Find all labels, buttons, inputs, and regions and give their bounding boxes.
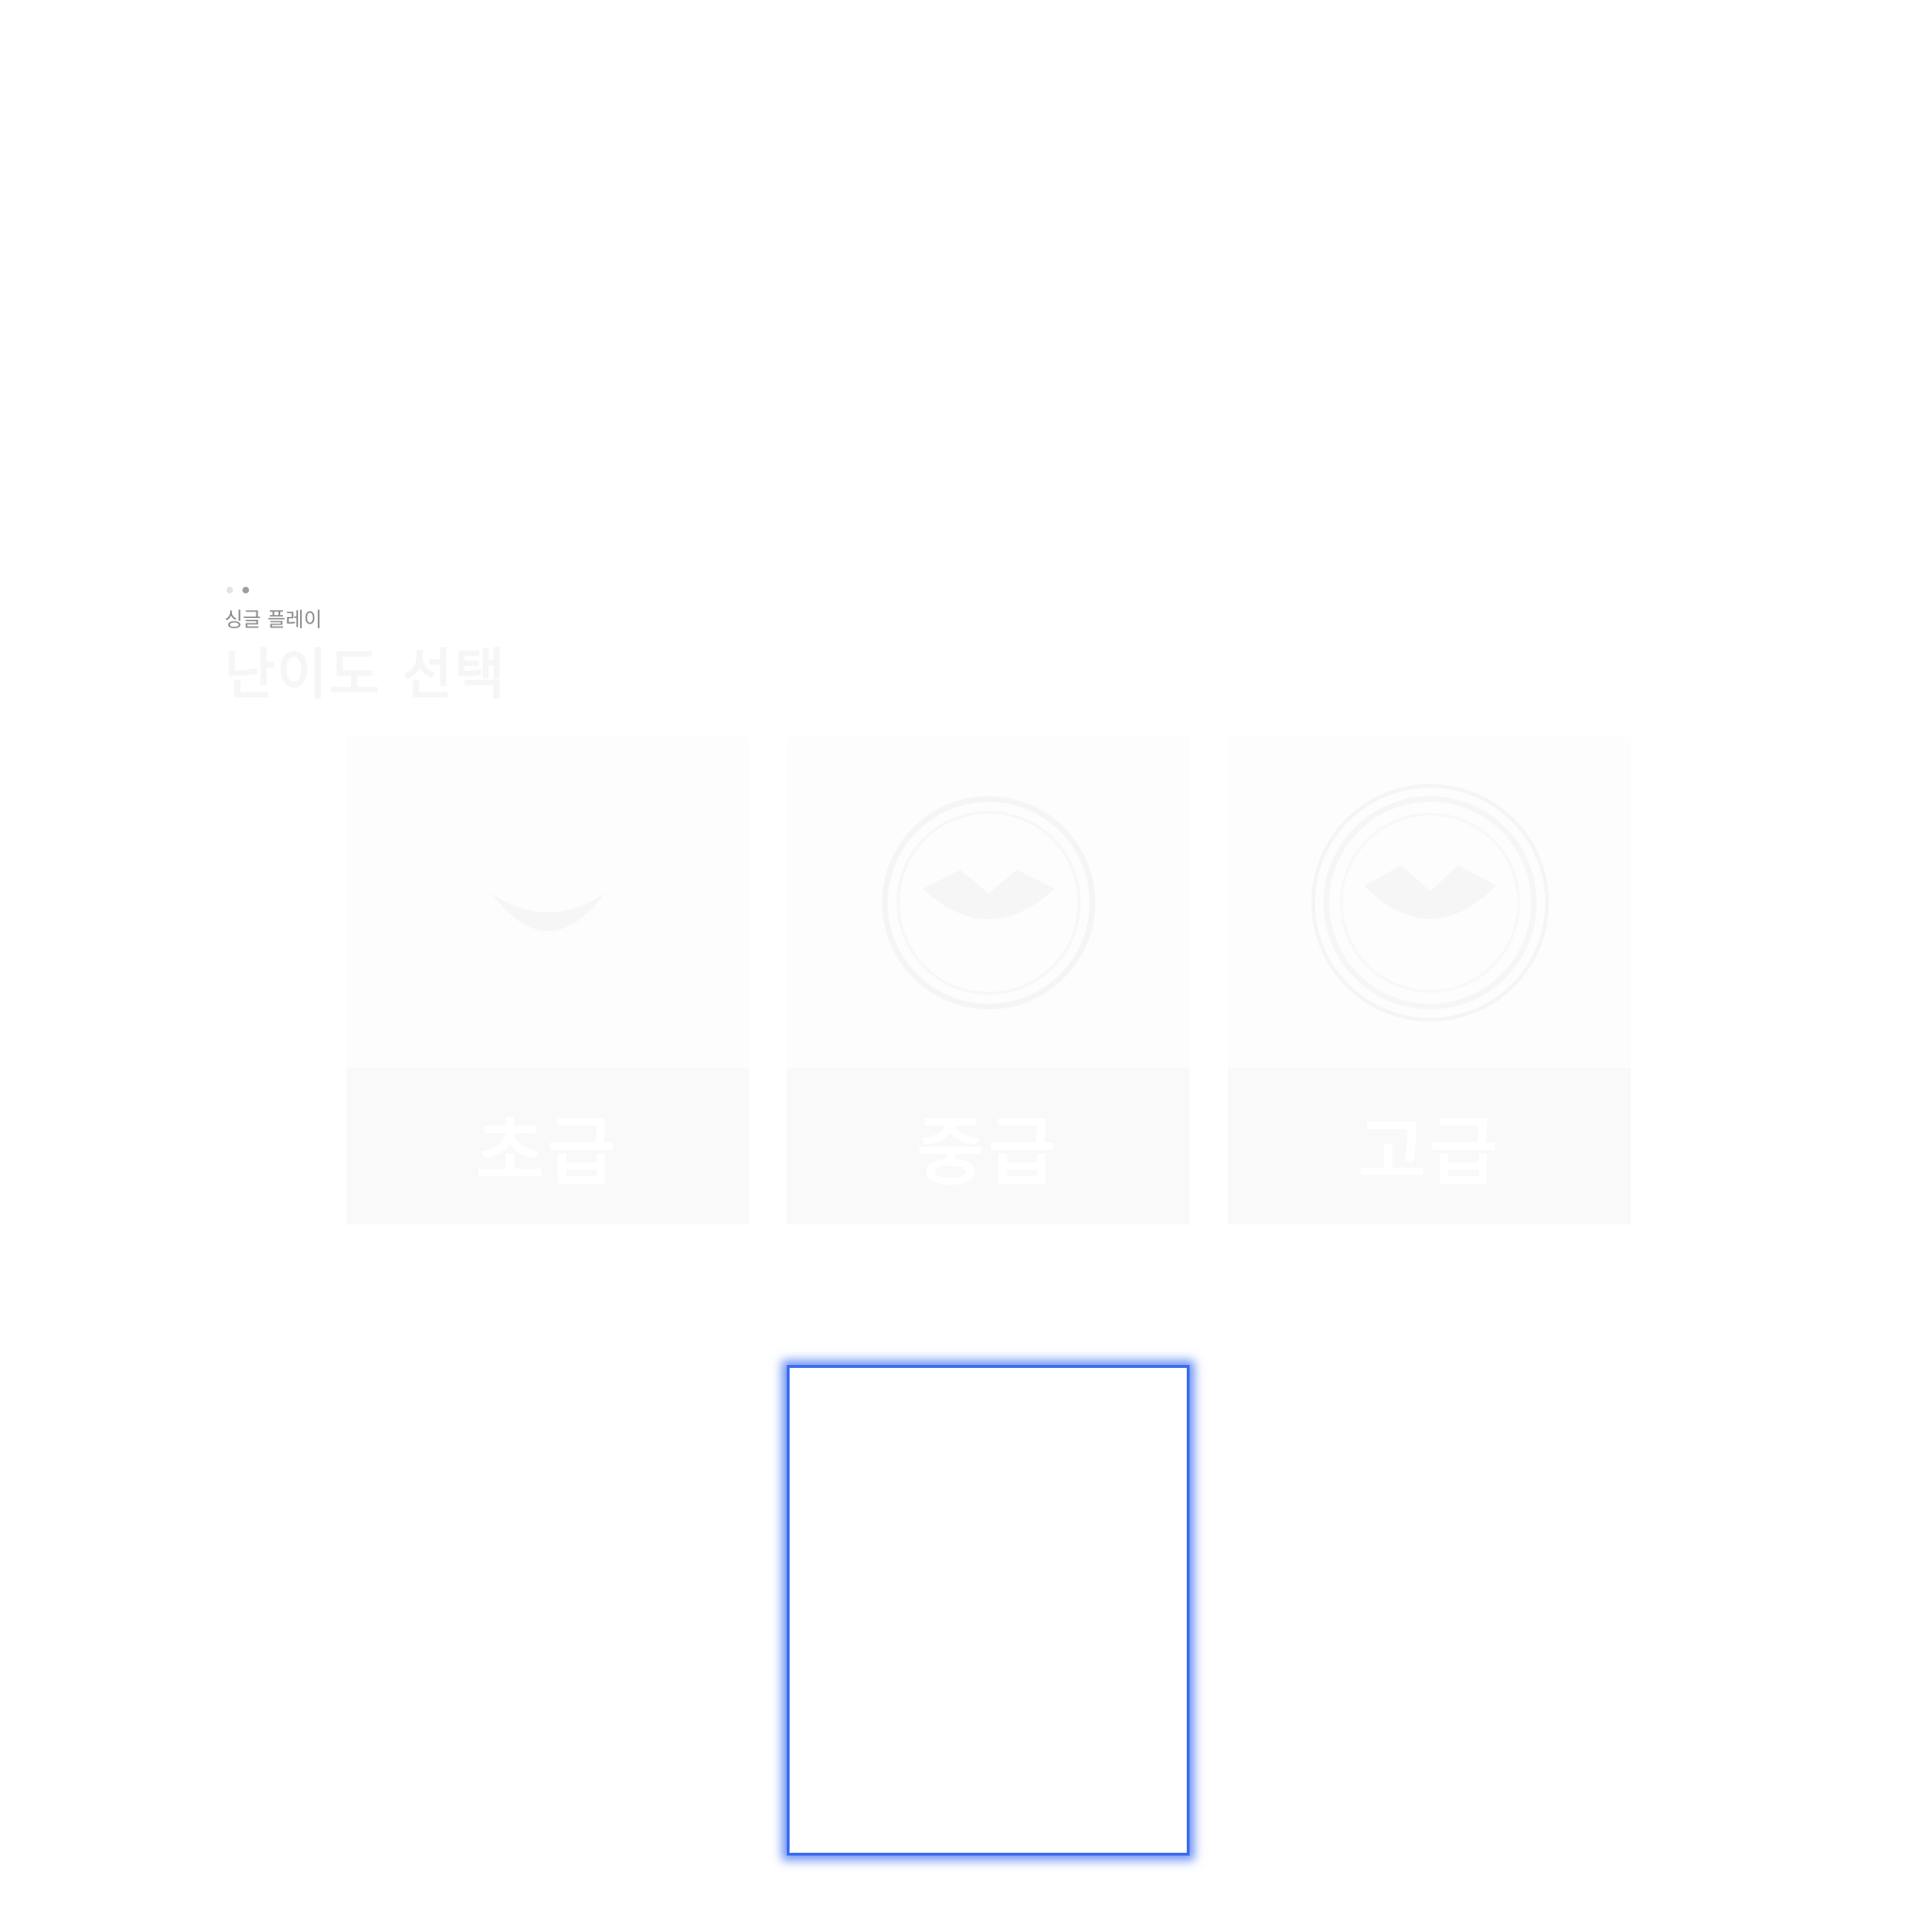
breadcrumb: 싱글 플레이 (225, 608, 323, 631)
smile-face-icon (435, 790, 661, 1016)
page-title: 난이도 선택 (225, 642, 507, 707)
level-card-advanced[interactable]: 고급 (1228, 737, 1631, 1224)
page: 싱글 플레이 난이도 선택 초급 중급 고급 (0, 0, 1932, 1932)
level-card-label-area: 초급 (346, 1068, 749, 1224)
page-dot-2[interactable] (242, 587, 249, 593)
level-card-beginner[interactable]: 초급 (346, 737, 749, 1224)
selected-level-preview[interactable] (787, 1365, 1190, 1856)
level-label: 중급 (916, 1110, 1060, 1195)
level-label: 초급 (475, 1110, 620, 1195)
page-indicator (226, 587, 249, 593)
level-label: 고급 (1357, 1110, 1502, 1195)
smile-double-circle-icon (1307, 780, 1553, 1025)
level-card-label-area: 중급 (787, 1068, 1190, 1224)
level-card-label-area: 고급 (1228, 1068, 1631, 1224)
level-card-image (1228, 737, 1631, 1068)
page-dot-1[interactable] (226, 587, 233, 593)
smile-circle-icon (875, 790, 1102, 1016)
level-card-image (346, 737, 749, 1068)
level-card-intermediate[interactable]: 중급 (787, 737, 1190, 1224)
level-card-image (787, 737, 1190, 1068)
